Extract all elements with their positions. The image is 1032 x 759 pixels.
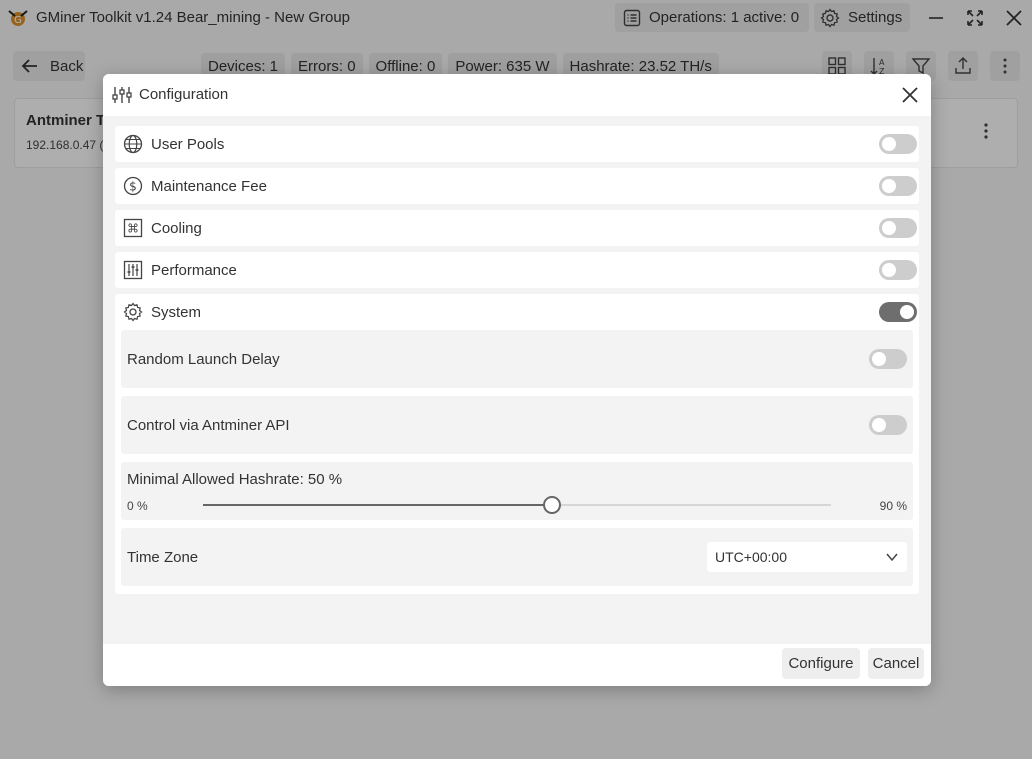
- section-label: System: [151, 304, 202, 321]
- cancel-button[interactable]: Cancel: [868, 648, 924, 679]
- time-zone-select[interactable]: UTC+00:00: [707, 542, 907, 572]
- config-sliders-icon: [112, 87, 132, 103]
- slider-fill: [203, 504, 552, 506]
- dialog-footer: Configure Cancel: [103, 644, 931, 686]
- configure-button[interactable]: Configure: [782, 648, 860, 679]
- dollar-icon: $: [123, 176, 143, 196]
- time-zone-value: UTC+00:00: [715, 549, 787, 565]
- control-api-label: Control via Antminer API: [127, 417, 290, 434]
- section-maintenance-fee[interactable]: $ Maintenance Fee: [115, 168, 919, 204]
- dialog-title: Configuration: [139, 86, 229, 103]
- svg-text:⌘: ⌘: [127, 222, 139, 236]
- system-toggle[interactable]: [879, 302, 917, 322]
- control-api-row: Control via Antminer API: [121, 396, 913, 454]
- section-label: Performance: [151, 262, 237, 279]
- cooling-toggle[interactable]: [879, 218, 917, 238]
- gear-icon: [123, 302, 143, 322]
- section-system: System Random Launch Delay Control via A…: [115, 294, 919, 594]
- dialog-close-button[interactable]: [898, 83, 922, 107]
- min-hashrate-row: Minimal Allowed Hashrate: 50 % 0 % 90 %: [121, 462, 913, 520]
- time-zone-row: Time Zone UTC+00:00: [121, 528, 913, 586]
- random-launch-delay-row: Random Launch Delay: [121, 330, 913, 388]
- slider-min-label: 0 %: [127, 499, 148, 513]
- slider-thumb[interactable]: [543, 496, 561, 514]
- slider-max-label: 90 %: [879, 499, 907, 513]
- svg-text:$: $: [129, 180, 137, 194]
- configuration-dialog: Configuration User Pools $ Maintenance F…: [103, 74, 931, 686]
- min-hashrate-slider[interactable]: [203, 496, 831, 514]
- section-cooling[interactable]: ⌘ Cooling: [115, 210, 919, 246]
- system-header[interactable]: System: [115, 294, 919, 330]
- random-launch-delay-label: Random Launch Delay: [127, 351, 280, 368]
- min-hashrate-label: Minimal Allowed Hashrate: 50 %: [127, 471, 343, 488]
- chevron-down-icon: [886, 553, 898, 562]
- close-icon: [902, 87, 918, 103]
- section-performance[interactable]: Performance: [115, 252, 919, 288]
- section-label: User Pools: [151, 136, 225, 153]
- cooling-icon: ⌘: [123, 218, 143, 238]
- section-label: Cooling: [151, 220, 202, 237]
- sliders-icon: [123, 260, 143, 280]
- random-launch-delay-toggle[interactable]: [869, 349, 907, 369]
- control-api-toggle[interactable]: [869, 415, 907, 435]
- maintenance-fee-toggle[interactable]: [879, 176, 917, 196]
- user-pools-toggle[interactable]: [879, 134, 917, 154]
- performance-toggle[interactable]: [879, 260, 917, 280]
- section-user-pools[interactable]: User Pools: [115, 126, 919, 162]
- globe-icon: [123, 134, 143, 154]
- section-label: Maintenance Fee: [151, 178, 267, 195]
- dialog-header: Configuration: [103, 74, 931, 116]
- time-zone-label: Time Zone: [127, 549, 199, 566]
